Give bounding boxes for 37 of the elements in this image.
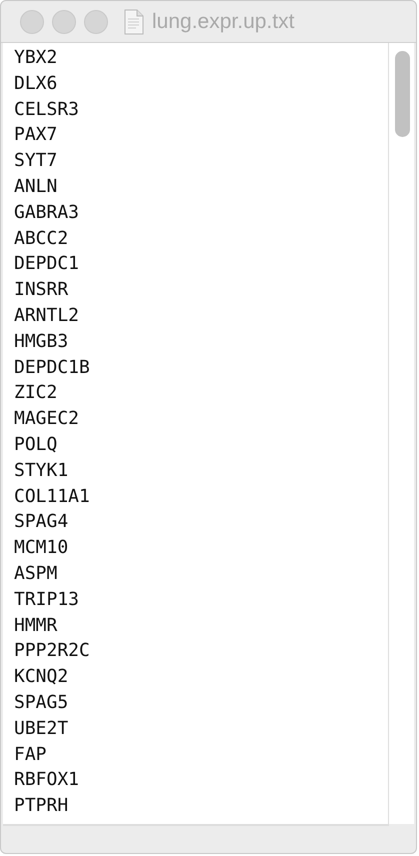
text-line: SPAG5 xyxy=(14,690,68,715)
text-line: POLQ xyxy=(14,432,58,457)
text-line: ARNTL2 xyxy=(14,304,80,328)
text-line: YBX2 xyxy=(14,46,58,70)
text-line: PPP2R2C xyxy=(14,639,90,664)
text-line: DEPDC1B xyxy=(14,356,90,380)
text-line: FAP xyxy=(14,742,47,767)
text-line: ASPM xyxy=(14,562,58,586)
text-line: SPAG4 xyxy=(14,510,68,534)
window-title: lung.expr.up.txt xyxy=(152,10,294,34)
text-line: STYK1 xyxy=(14,458,68,483)
text-line: MAGEC2 xyxy=(14,407,80,432)
text-line: MCM10 xyxy=(14,536,68,560)
text-line: HMGB3 xyxy=(14,330,68,354)
text-line: PAX7 xyxy=(14,123,58,148)
text-line: RBFOX1 xyxy=(14,768,80,792)
text-line: SYT7 xyxy=(14,149,58,174)
text-line: PTPRH xyxy=(14,794,68,818)
text-line: GABRA3 xyxy=(14,200,80,225)
text-area[interactable]: YBX2 DLX6 CELSR3 PAX7 SYT7 ANLN GABRA3 ABCC2 DEPDC1 INSRR ARNTL2 HMGB3 DEPDC1B ZIC2 MAGEC2 POLQ STYK1 COL11A1 SPAG4 MCM10 ASPM TRIP13 HMMR PPP2R2C KCNQ2 SPAG5 UBE2T FAP RBFOX1 PTPRH xyxy=(3,43,389,826)
zoom-button[interactable] xyxy=(84,10,108,34)
text-line: ABCC2 xyxy=(14,226,68,251)
text-line: HMMR xyxy=(14,614,58,638)
text-line: DLX6 xyxy=(14,72,58,96)
text-line: COL11A1 xyxy=(14,484,90,509)
text-line: UBE2T xyxy=(14,716,68,741)
minimize-button[interactable] xyxy=(52,10,76,34)
text-line: ZIC2 xyxy=(14,381,58,406)
document-icon xyxy=(124,8,144,34)
text-line: DEPDC1 xyxy=(14,252,80,276)
text-line: TRIP13 xyxy=(14,588,80,612)
close-button[interactable] xyxy=(20,10,44,34)
text-line: ANLN xyxy=(14,174,58,199)
text-line: KCNQ2 xyxy=(14,665,68,690)
text-line: INSRR xyxy=(14,278,68,302)
text-line: CELSR3 xyxy=(14,98,80,122)
scrollbar-thumb[interactable] xyxy=(395,51,410,137)
